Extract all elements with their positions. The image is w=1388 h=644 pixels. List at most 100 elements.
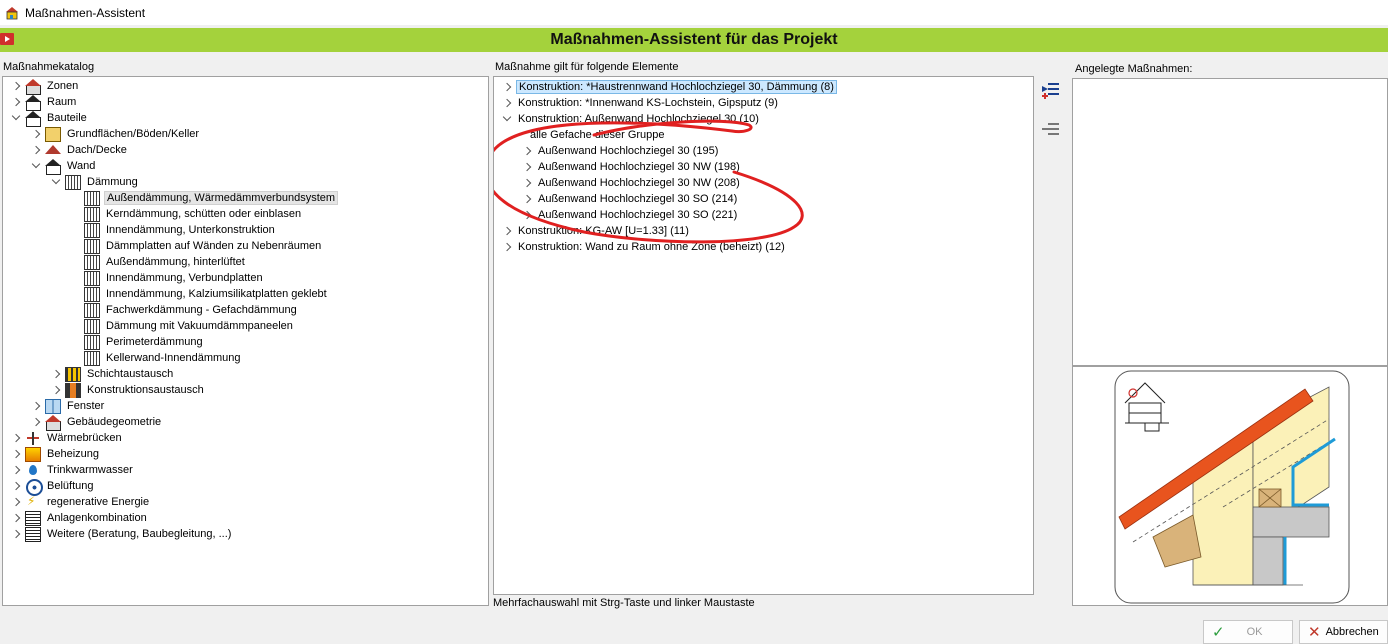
tree-item-bauteile[interactable]: Bauteile [11,110,89,127]
tree-item-label: Raum [47,96,77,108]
ok-label: OK [1246,626,1263,638]
red-annotation [494,119,804,244]
tree-item-daemmung[interactable]: Dämmung [51,174,140,190]
elements-tree[interactable]: Konstruktion: *Haustrennwand Hochlochzie… [493,76,1034,595]
tree-item-aussendaemmung-waermedaemmverbundsystem[interactable]: Außendämmung, Wärmedämmverbundsystem [70,190,339,206]
tree-item-konstruktionsaustausch[interactable]: Konstruktionsaustausch [51,382,206,398]
chevron-right-icon[interactable] [11,465,21,475]
chevron-down-icon[interactable] [11,113,21,123]
tree-item-label: Dämmung [87,176,138,188]
tree-item-waermebruecken[interactable]: Wärmebrücken [11,430,124,446]
tree-item-weitere-beratung-baubegleitung[interactable]: Weitere (Beratung, Baubegleitung, ...) [11,526,233,542]
room-icon [25,94,41,111]
tree-item-gebaeudegeometrie[interactable]: Gebäudegeometrie [31,414,163,431]
chevron-right-icon[interactable] [11,497,21,507]
tree-item-trinkwarmwasser[interactable]: Trinkwarmwasser [11,462,135,478]
play-icon[interactable] [0,33,14,45]
tree-item-label: Kellerwand-Innendämmung [106,352,241,364]
insulation-wall-icon [84,318,100,334]
document-icon [25,510,41,526]
water-drop-icon [25,463,41,478]
tree-item-fachwerkdaemmung-gefachdaemmung[interactable]: Fachwerkdämmung - Gefachdämmung [70,302,299,318]
checkmark-icon: ✓ [1212,624,1225,641]
chevron-right-icon[interactable] [31,417,41,427]
tree-item-label: Wand [67,160,96,172]
tree-item-label: Gebäudegeometrie [67,416,162,428]
tree-item-innendaemmung-kalziumsilikatplatten-gekl[interactable]: Innendämmung, Kalziumsilikatplatten gekl… [70,286,329,302]
insulation-wall-icon [84,238,100,254]
chevron-down-icon[interactable] [51,177,61,187]
chevron-right-icon[interactable] [11,513,21,523]
tree-item-wand[interactable]: Wand [31,158,97,175]
remove-measure-icon[interactable] [1039,118,1061,140]
catalog-tree[interactable]: Zonen Raum Bauteile Grundflächen/Böden/Kell… [2,76,489,606]
add-measure-icon[interactable] [1039,80,1061,102]
catalog-label: Maßnahmekatalog [3,61,95,73]
house-icon [45,414,61,431]
chevron-right-icon[interactable] [31,145,41,155]
banner-title: Maßnahmen-Assistent für das Projekt [550,31,838,48]
tree-item-label: Innendämmung, Unterkonstruktion [106,224,275,236]
insulation-icon [65,174,81,190]
tree-item-innendaemmung-unterkonstruktion[interactable]: Innendämmung, Unterkonstruktion [70,222,277,238]
tree-item-daemmung-mit-vakuumdaemmpaneelen[interactable]: Dämmung mit Vakuumdämmpaneelen [70,318,295,334]
tree-item-kellerwand-innendaemmung[interactable]: Kellerwand-Innendämmung [70,350,243,366]
created-measures-list[interactable] [1072,78,1388,366]
chevron-right-icon[interactable] [51,369,61,379]
chevron-right-icon[interactable] [51,385,61,395]
tree-item-label: Innendämmung, Kalziumsilikatplatten gekl… [106,288,327,300]
tree-item-label: Fenster [67,400,105,412]
tree-item-grundflaechen-boeden-keller[interactable]: Grundflächen/Böden/Keller [31,126,201,142]
chevron-right-icon[interactable] [11,449,21,459]
tree-item-label: Außendämmung, Wärmedämmverbundsystem [104,191,339,205]
banner: Maßnahmen-Assistent für das Projekt [0,28,1388,52]
tree-item-innendaemmung-verbundplatten[interactable]: Innendämmung, Verbundplatten [70,270,265,286]
tree-item-label: Dach/Decke [67,144,127,156]
chevron-right-icon[interactable] [11,529,21,539]
cancel-button[interactable]: ✕ Abbrechen [1299,620,1388,644]
tree-item-label: Bauteile [47,112,87,124]
tree-item-label: Weitere (Beratung, Baubegleitung, ...) [47,528,232,540]
house-outline-icon [25,110,41,127]
construction-swap-icon [65,382,81,398]
house-icon [25,78,41,95]
tree-item-beheizung[interactable]: Beheizung [11,446,101,462]
tree-item-daemmplatten-auf-waenden-zu-nebenraeumen[interactable]: Dämmplatten auf Wänden zu Nebenräumen [70,238,323,254]
window-title: Maßnahmen-Assistent [25,5,146,20]
tree-item-aussendaemmung-hinterlueftet[interactable]: Außendämmung, hinterlüftet [70,254,247,270]
tree-item-label: Dämmplatten auf Wänden zu Nebenräumen [106,240,322,252]
tree-item-zonen[interactable]: Zonen [11,78,80,95]
heating-icon [25,446,41,462]
tree-item-kerndaemmung-schuetten-oder-einblasen[interactable]: Kerndämmung, schütten oder einblasen [70,206,303,222]
tree-item-label: Belüftung [47,480,94,492]
insulation-wall-icon [84,206,100,222]
wall-section-illustration [1114,370,1350,604]
thermal-bridge-icon [25,431,41,446]
tree-item-label: regenerative Energie [47,496,150,508]
chevron-right-icon[interactable] [11,97,21,107]
chevron-down-icon[interactable] [31,161,41,171]
chevron-right-icon[interactable] [11,433,21,443]
chevron-right-icon[interactable] [11,481,21,491]
document-icon [25,526,41,542]
tree-item-perimeterdaemmung[interactable]: Perimeterdämmung [70,334,205,350]
tree-item-raum[interactable]: Raum [11,94,78,111]
chevron-right-icon[interactable] [31,129,41,139]
tree-item-dach-decke[interactable]: Dach/Decke [31,142,129,158]
cancel-label: Abbrechen [1325,626,1379,638]
chevron-right-icon[interactable] [31,401,41,411]
ok-button[interactable]: ✓ OK [1203,620,1293,644]
tree-item-regenerative-energie[interactable]: regenerative Energie [11,494,151,510]
tree-item-belueftung[interactable]: Belüftung [11,478,95,496]
tree-item-anlagenkombination[interactable]: Anlagenkombination [11,510,149,526]
title-bar: Maßnahmen-Assistent [0,0,1388,25]
chevron-right-icon[interactable] [11,81,21,91]
tree-item-fenster[interactable]: Fenster [31,398,106,414]
house-outline-icon [45,158,61,175]
tree-item-schichtaustausch[interactable]: Schichtaustausch [51,366,175,382]
